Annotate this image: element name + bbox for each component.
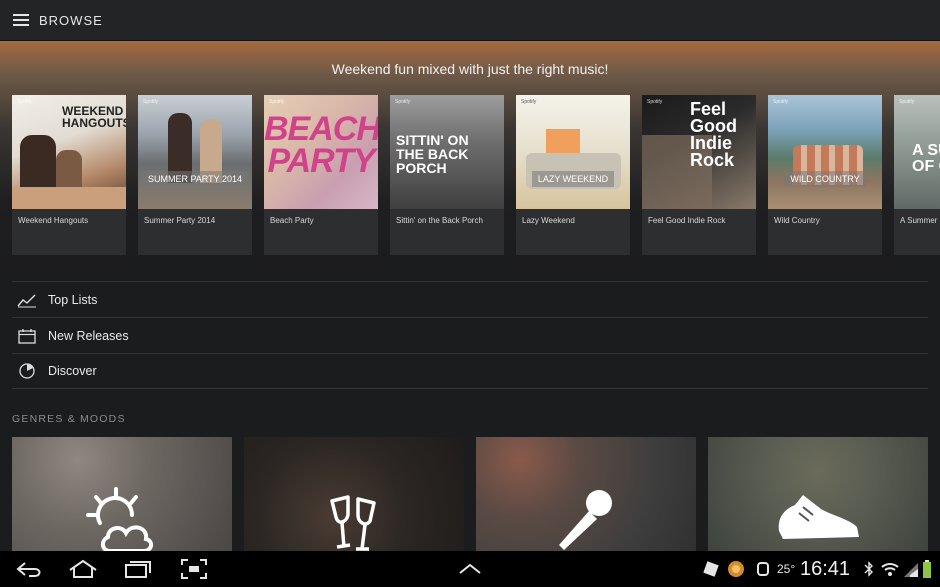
genre-tile[interactable] [708,437,928,551]
playlist-cover: Spotify SITTIN' ON THE BACK PORCH [390,95,504,209]
playlist-card[interactable]: Spotify LAZY WEEKEND Lazy Weekend [516,95,630,255]
nav-item-discover[interactable]: Discover [12,353,928,389]
playlist-carousel[interactable]: Spotify WEEKEND HANGOUTS Weekend Hangout… [12,95,940,255]
spotify-logo: Spotify [143,99,159,105]
genre-tile[interactable] [244,437,464,551]
featured-section: Weekend fun mixed with just the right mu… [0,41,940,271]
playlist-card[interactable]: Spotify A SU OF C A Summer [894,95,940,255]
bluetooth-icon [864,561,873,577]
playlist-cover: Spotify Feel Good Indie Rock [642,95,756,209]
playlist-cover: Spotify WILD COUNTRY [768,95,882,209]
temperature-readout: 25° [777,562,796,576]
playlist-cover: Spotify A SU OF C [894,95,940,209]
playlist-card[interactable]: Spotify Feel Good Indie Rock Feel Good I… [642,95,756,255]
back-icon[interactable] [15,559,43,579]
home-icon[interactable] [68,559,98,579]
android-system-bar: 25° 16:41 [0,551,940,587]
genre-tiles [12,437,940,551]
genre-tile[interactable] [476,437,696,551]
nav-item-new-releases[interactable]: New Releases [12,317,928,353]
notification-app-icon [703,561,719,577]
recent-apps-icon[interactable] [124,559,152,579]
playlist-card[interactable]: Spotify BEACH PARTY Beach Party [264,95,378,255]
playlist-caption: Lazy Weekend [522,216,575,225]
champagne-glasses-icon [330,495,376,551]
notification-badge-icon [728,561,744,577]
cover-title: BEACH PARTY [264,110,378,181]
status-icons [864,551,932,587]
cover-title: SITTIN' ON THE BACK PORCH [396,132,469,176]
playlist-card[interactable]: Spotify SITTIN' ON THE BACK PORCH Sittin… [390,95,504,255]
featured-headline: Weekend fun mixed with just the right mu… [331,61,609,77]
spotify-logo: Spotify [647,99,663,105]
running-shoe-icon [778,495,859,539]
playlist-caption: Wild Country [774,216,820,225]
browse-nav-list: Top Lists New Releases Discover [12,281,928,389]
cover-overlay-label: LAZY WEEKEND [516,171,630,187]
cover-title: Feel Good Indie Rock [690,99,737,171]
expand-up-icon[interactable] [458,563,482,575]
signal-icon [904,563,918,577]
battery-icon [923,560,931,578]
line-chart-icon [17,294,36,307]
notification-icons: 25° [702,551,795,587]
spotify-logo: Spotify [269,99,285,105]
spotify-logo: Spotify [395,99,411,105]
playlist-card[interactable]: Spotify WEEKEND HANGOUTS Weekend Hangout… [12,95,126,255]
watch-icon [757,562,769,576]
playlist-cover: Spotify BEACH PARTY [264,95,378,209]
status-clock: 16:41 [800,551,850,587]
playlist-caption: Sittin' on the Back Porch [396,216,483,225]
playlist-cover: Spotify SUMMER PARTY 2014 [138,95,252,209]
wifi-icon [881,563,899,576]
genre-tile[interactable] [12,437,232,551]
nav-item-label: New Releases [48,328,129,343]
playlist-caption: Feel Good Indie Rock [648,216,726,225]
cover-overlay-label: WILD COUNTRY [768,171,882,187]
page-title: BROWSE [39,12,103,28]
playlist-cover: Spotify WEEKEND HANGOUTS [12,95,126,209]
cover-overlay-label: SUMMER PARTY 2014 [138,171,252,187]
hamburger-menu-icon[interactable] [13,13,29,27]
microphone-icon [559,490,612,550]
compass-icon [19,363,35,379]
spotify-logo: Spotify [521,99,537,105]
spotify-logo: Spotify [773,99,789,105]
playlist-caption: A Summer [900,216,938,225]
clock-time: 16:41 [800,557,851,580]
playlist-card[interactable]: Spotify SUMMER PARTY 2014 Summer Party 2… [138,95,252,255]
calendar-icon [18,328,36,344]
playlist-caption: Summer Party 2014 [144,216,216,225]
screenshot-icon[interactable] [181,559,207,579]
playlist-cover: Spotify LAZY WEEKEND [516,95,630,209]
genres-section-title: GENRES & MOODS [12,413,126,425]
nav-item-label: Top Lists [48,292,98,307]
app-header: BROWSE [0,0,940,41]
spotify-logo: Spotify [899,99,915,105]
spotify-logo: Spotify [17,99,33,105]
nav-item-label: Discover [48,364,97,378]
cover-title: WEEKEND HANGOUTS [62,104,126,130]
playlist-caption: Beach Party [270,216,314,225]
playlist-caption: Weekend Hangouts [18,216,89,225]
cover-title: A SU OF C [912,142,940,175]
nav-item-top-lists[interactable]: Top Lists [12,281,928,317]
sun-cloud-icon [86,487,153,551]
playlist-card[interactable]: Spotify WILD COUNTRY Wild Country [768,95,882,255]
